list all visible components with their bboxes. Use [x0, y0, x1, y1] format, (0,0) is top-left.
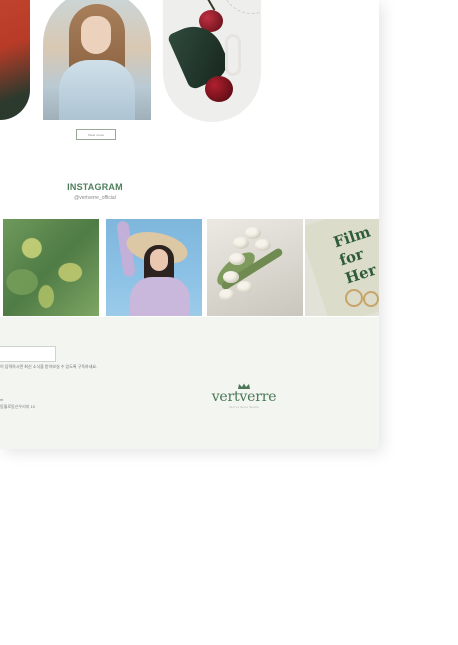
- tulip-bloom: [219, 289, 235, 301]
- tulip-bloom: [233, 237, 249, 249]
- brand-logo[interactable]: vertverre Vert et Verre Studio: [206, 383, 282, 409]
- ribbon: [225, 34, 241, 76]
- instagram-handle[interactable]: @vertverre_official: [40, 195, 150, 201]
- model-dress: [59, 60, 135, 120]
- cherry-bottom: [205, 76, 233, 102]
- circular-stamp: [221, 0, 261, 14]
- product-card-left[interactable]: [0, 0, 30, 120]
- view-more-button[interactable]: View more: [76, 129, 116, 140]
- instagram-photo-tulips[interactable]: [207, 219, 303, 316]
- brand-wordmark: vertverre: [211, 389, 277, 405]
- ring: [345, 289, 363, 307]
- instagram-title: INSTAGRAM: [67, 182, 123, 192]
- face: [150, 249, 168, 271]
- instagram-photo-water[interactable]: [3, 219, 99, 316]
- cherry-stem: [200, 0, 216, 11]
- product-card-right[interactable]: [163, 0, 261, 122]
- instagram-photo-book[interactable]: Film for Her: [305, 219, 379, 316]
- page-frame: View more INSTAGRAM @vertverre_official …: [0, 0, 379, 449]
- model-face: [81, 16, 111, 54]
- newsletter-email-input[interactable]: [0, 346, 56, 362]
- tulip-bloom: [237, 281, 253, 293]
- brand-tagline: Vert et Verre Studio: [229, 406, 259, 409]
- product-card-center[interactable]: [43, 0, 151, 120]
- tulip-bloom: [229, 253, 245, 265]
- tulip-bloom: [223, 271, 239, 283]
- tulip-bloom: [245, 227, 261, 239]
- ring: [363, 291, 379, 307]
- instagram-photo-sunhat[interactable]: [106, 219, 202, 316]
- footer: [0, 317, 379, 449]
- address-line-2: 동월로동신우리지 10: [0, 404, 36, 409]
- lavender-dress: [130, 277, 190, 316]
- newsletter-note: 이 입력하시면 최신 소식을 받아보실 수 있도록 구독하세요.: [0, 364, 98, 369]
- address-line-1: m: [0, 397, 4, 402]
- tulip-bloom: [255, 239, 271, 251]
